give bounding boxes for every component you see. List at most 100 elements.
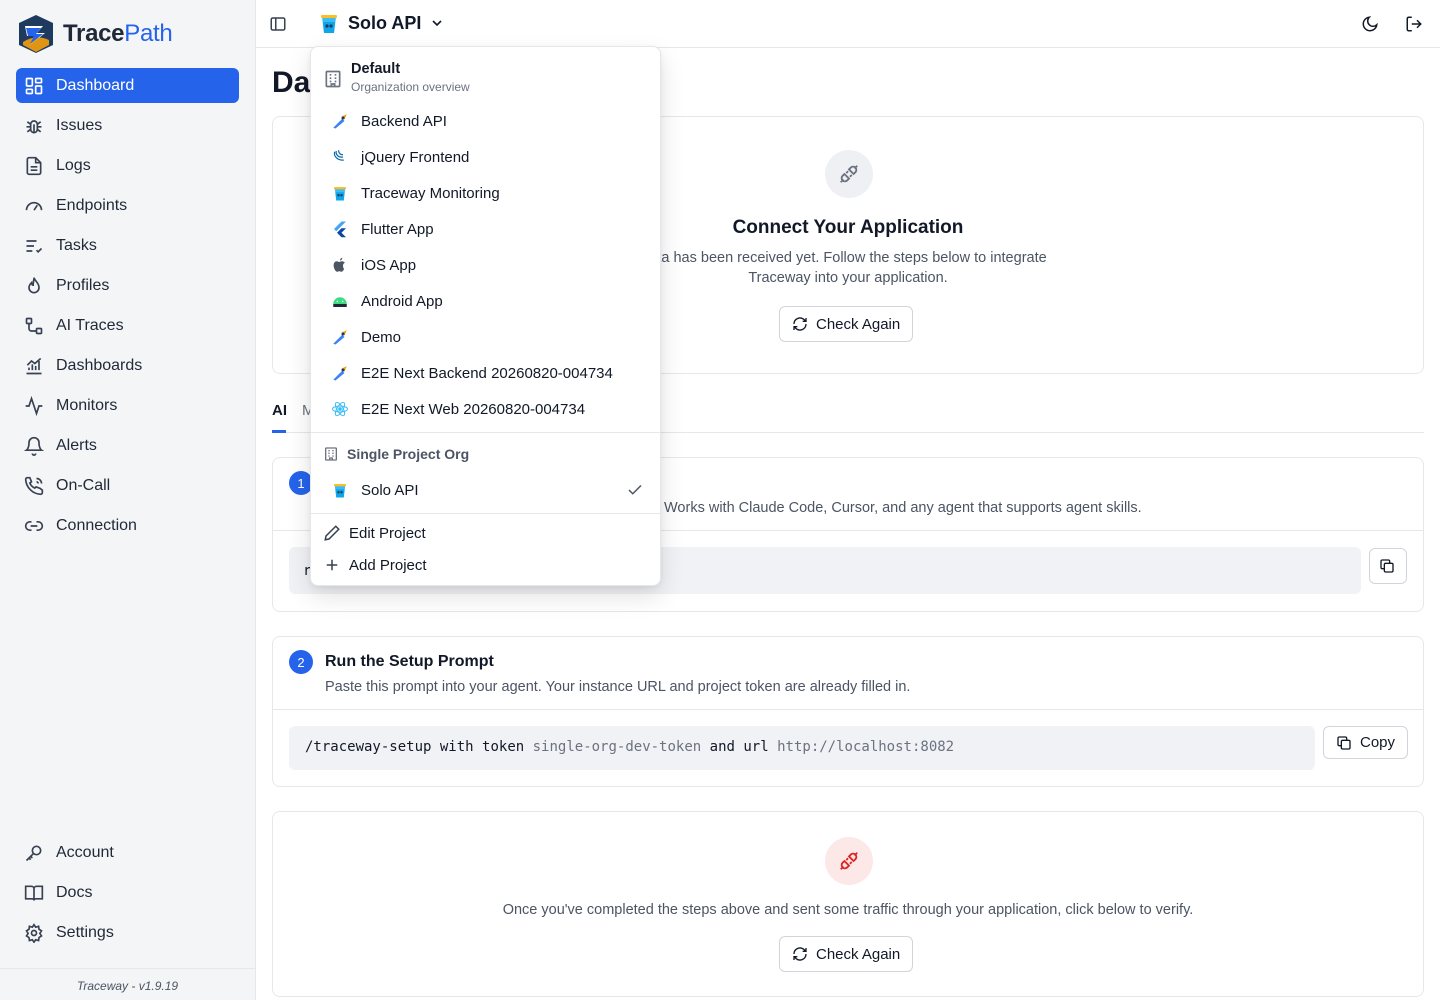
tab-ai[interactable]: AI xyxy=(272,402,287,419)
bell-icon xyxy=(24,436,44,456)
copy-icon xyxy=(1380,559,1394,573)
sidebar-item-account[interactable]: Account xyxy=(16,835,239,870)
org-single-project-name[interactable]: Single Project Org xyxy=(347,446,469,462)
sidebar-item-settings[interactable]: Settings xyxy=(16,915,239,950)
project-label: Solo API xyxy=(361,481,419,499)
plus-icon xyxy=(326,559,338,571)
project-item-flutter-app[interactable]: Flutter App xyxy=(319,212,654,246)
edit-project-item[interactable]: Edit Project xyxy=(311,516,646,550)
plug-icon-wrap xyxy=(825,150,873,198)
project-label: Flutter App xyxy=(361,220,434,238)
go-gopher-icon xyxy=(333,330,347,345)
sidebar-item-dashboard[interactable]: Dashboard xyxy=(16,68,239,103)
sidebar-item-on-call[interactable]: On-Call xyxy=(16,468,239,503)
copy-install-button[interactable] xyxy=(1369,548,1407,584)
version-label: Traceway - v1.9.19 xyxy=(0,968,255,1000)
sidebar-item-label: Issues xyxy=(56,116,103,134)
topbar: Solo API xyxy=(256,0,1440,48)
sidebar-item-dashboards[interactable]: Dashboards xyxy=(16,348,239,383)
check-again-label: Check Again xyxy=(816,945,901,963)
action-label: Edit Project xyxy=(349,524,426,542)
sidebar-item-label: AI Traces xyxy=(56,316,124,334)
prompt-keyword-and: and xyxy=(709,739,735,755)
android-icon xyxy=(333,297,347,307)
prompt-token-value: single-org-dev-token xyxy=(532,739,702,755)
project-item-e2e-next-web[interactable]: E2E Next Web 20260820-004734 xyxy=(319,392,654,426)
project-item-demo[interactable]: Demo xyxy=(319,320,654,354)
project-item-android-app[interactable]: Android App xyxy=(319,284,654,318)
unplug-icon-wrap xyxy=(825,837,873,885)
prompt-command: /traceway-setup xyxy=(305,739,432,755)
sidebar-item-docs[interactable]: Docs xyxy=(16,875,239,910)
verify-check-again-button[interactable]: Check Again xyxy=(779,936,914,972)
project-item-ios-app[interactable]: iOS App xyxy=(319,248,654,282)
refresh-icon xyxy=(793,317,807,331)
flame-icon xyxy=(28,276,40,293)
sidebar-item-tasks[interactable]: Tasks xyxy=(16,228,239,263)
sidebar-item-issues[interactable]: Issues xyxy=(16,108,239,143)
sidebar-item-label: Dashboard xyxy=(56,76,135,94)
gear-icon xyxy=(25,922,43,943)
project-label: Traceway Monitoring xyxy=(361,184,500,202)
sidebar-item-label: Account xyxy=(56,843,114,861)
add-project-item[interactable]: Add Project xyxy=(311,548,646,582)
sidebar-item-endpoints[interactable]: Endpoints xyxy=(16,188,239,223)
step-2-card: 2 Run the Setup Prompt Paste this prompt… xyxy=(272,636,1424,787)
refresh-icon xyxy=(793,947,807,961)
moon-icon xyxy=(1362,16,1378,32)
copy-icon xyxy=(1337,735,1351,750)
sidebar-item-label: On-Call xyxy=(56,476,111,494)
project-item-backend-api[interactable]: Backend API xyxy=(319,104,654,138)
sidebar-item-ai-traces[interactable]: AI Traces xyxy=(16,308,239,343)
project-label: E2E Next Web 20260820-004734 xyxy=(361,400,586,418)
go-gopher-icon xyxy=(333,366,347,381)
project-item-jquery-frontend[interactable]: jQuery Frontend xyxy=(319,140,654,174)
project-item-solo-api[interactable]: Solo API xyxy=(319,473,654,507)
action-label: Add Project xyxy=(349,556,427,574)
step-2-number: 2 xyxy=(289,650,313,674)
traceway-bucket-icon xyxy=(334,484,346,498)
chart-icon xyxy=(26,357,42,374)
prompt-keyword-with: with xyxy=(439,739,474,755)
check-again-label: Check Again xyxy=(816,315,901,333)
gauge-icon xyxy=(25,201,43,211)
react-icon xyxy=(332,401,348,417)
apple-icon xyxy=(333,257,345,272)
sidebar-item-label: Docs xyxy=(56,883,93,901)
sidebar-item-profiles[interactable]: Profiles xyxy=(16,268,239,303)
project-item-traceway-monitoring[interactable]: Traceway Monitoring xyxy=(319,176,654,210)
project-item-e2e-next-backend[interactable]: E2E Next Backend 20260820-004734 xyxy=(319,356,654,390)
sidebar-item-label: Endpoints xyxy=(56,196,128,214)
sidebar-item-connection[interactable]: Connection xyxy=(16,508,239,543)
list-check-icon xyxy=(26,239,43,253)
flutter-icon xyxy=(334,221,346,238)
prompt-keyword-token: token xyxy=(482,739,525,755)
activity-icon xyxy=(25,395,43,416)
project-name: Solo API xyxy=(348,12,422,33)
setup-prompt-code[interactable]: /traceway-setup with token single-org-de… xyxy=(289,726,1315,770)
project-switcher[interactable]: Solo API xyxy=(318,11,445,35)
sidebar-item-label: Connection xyxy=(56,516,137,534)
book-icon xyxy=(24,885,44,901)
traceway-bucket-icon xyxy=(334,187,346,201)
project-label: E2E Next Backend 20260820-004734 xyxy=(361,364,613,382)
step-2-desc: Paste this prompt into your agent. Your … xyxy=(325,679,911,695)
brand-name-part1: Trace xyxy=(63,20,125,47)
logout-icon xyxy=(1406,16,1422,32)
sidebar-item-label: Tasks xyxy=(56,236,97,254)
sidebar-toggle-button[interactable] xyxy=(264,10,292,38)
chevron-down-icon xyxy=(432,20,442,27)
sidebar-nav: Dashboard Issues Logs Endpoints Tasks Pr… xyxy=(16,68,239,548)
plug-icon xyxy=(840,165,858,183)
logo[interactable]: TracePath xyxy=(17,14,173,54)
check-again-button[interactable]: Check Again xyxy=(779,306,914,342)
tab-active-indicator xyxy=(272,430,286,433)
sidebar-item-monitors[interactable]: Monitors xyxy=(16,388,239,423)
page-title: Da xyxy=(272,66,311,99)
logout-button[interactable] xyxy=(1400,10,1428,38)
sidebar-item-logs[interactable]: Logs xyxy=(16,148,239,183)
sidebar-item-alerts[interactable]: Alerts xyxy=(16,428,239,463)
org-default-name[interactable]: Default xyxy=(351,61,400,77)
copy-prompt-button[interactable]: Copy xyxy=(1323,726,1409,759)
theme-toggle-button[interactable] xyxy=(1356,10,1384,38)
